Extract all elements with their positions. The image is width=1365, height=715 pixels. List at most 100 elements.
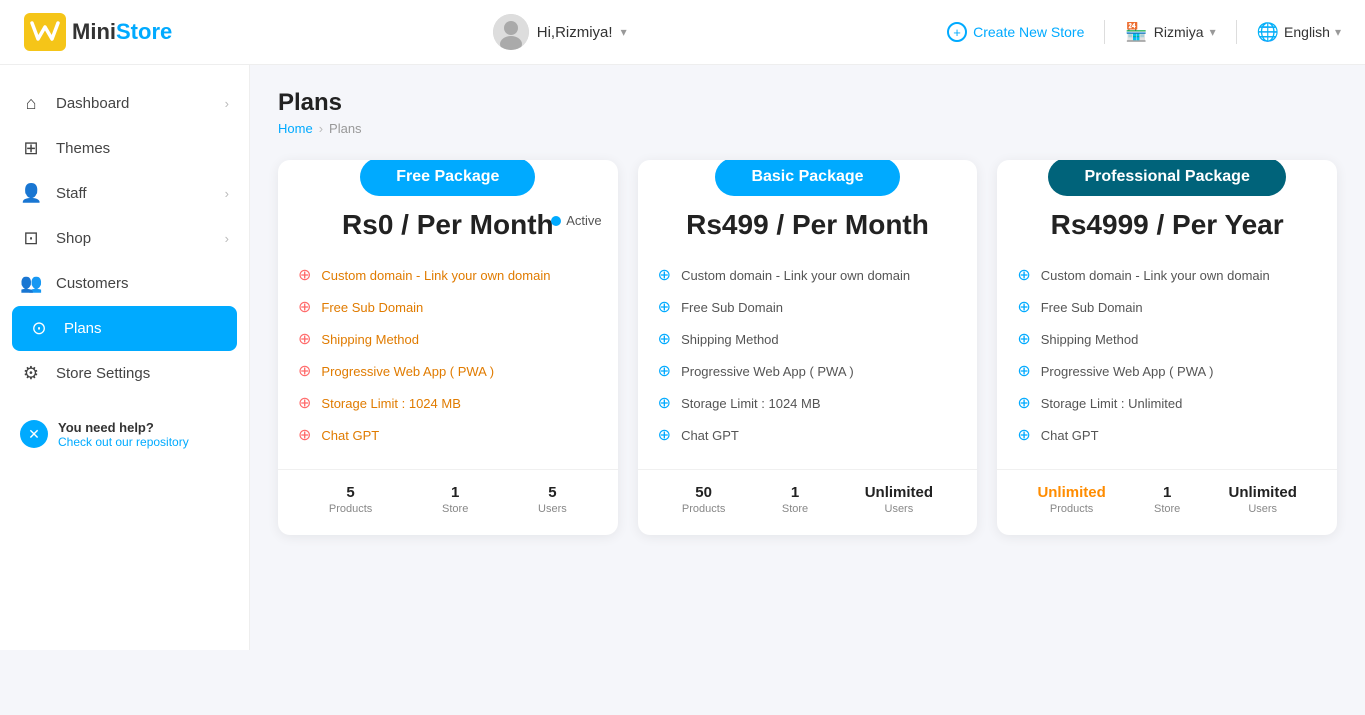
- staff-icon: 👤: [20, 183, 42, 204]
- feature-icon: ⊕: [658, 329, 671, 349]
- sidebar: ⌂ Dashboard › ⊞ Themes 👤 Staff › ⊡ Shop …: [0, 65, 250, 650]
- feature-text: Shipping Method: [681, 332, 779, 347]
- stat-item: 1 Store: [1154, 484, 1180, 515]
- plan-price: Rs499 / Per Month: [658, 209, 958, 241]
- help-subtitle[interactable]: Check out our repository: [58, 435, 189, 449]
- store-selector[interactable]: 🏪 Rizmiya ▾: [1125, 22, 1215, 43]
- feature-item: ⊕ Shipping Method: [1017, 323, 1317, 355]
- sidebar-item-label: Customers: [56, 275, 129, 292]
- plan-features: ⊕ Custom domain - Link your own domain ⊕…: [997, 249, 1337, 461]
- greeting-chevron-icon: ▾: [621, 25, 627, 39]
- divider: [1104, 20, 1105, 44]
- sidebar-item-themes[interactable]: ⊞ Themes: [0, 126, 249, 171]
- divider2: [1236, 20, 1237, 44]
- plan-badge-wrap: Professional Package: [997, 160, 1337, 197]
- feature-text: Storage Limit : Unlimited: [1041, 396, 1183, 411]
- stat-number: 1: [442, 484, 468, 501]
- breadcrumb-home[interactable]: Home: [278, 121, 313, 136]
- feature-icon: ⊕: [298, 425, 311, 445]
- customers-icon: 👥: [20, 273, 42, 294]
- stat-item: 5 Users: [538, 484, 567, 515]
- plan-badge[interactable]: Basic Package: [715, 160, 899, 196]
- plan-stats: 5 Products 1 Store 5 Users: [278, 469, 618, 515]
- feature-text: Shipping Method: [321, 332, 419, 347]
- sidebar-item-customers[interactable]: 👥 Customers: [0, 261, 249, 306]
- active-badge: Active: [551, 213, 601, 228]
- plan-price: Rs4999 / Per Year: [1017, 209, 1317, 241]
- stat-number: 1: [782, 484, 808, 501]
- create-store-button[interactable]: + Create New Store: [947, 22, 1084, 42]
- feature-item: ⊕ Storage Limit : 1024 MB: [298, 387, 598, 419]
- globe-icon: 🌐: [1257, 22, 1279, 43]
- sidebar-item-label: Plans: [64, 320, 102, 337]
- plans-icon: ⊙: [28, 318, 50, 339]
- create-store-icon: +: [947, 22, 967, 42]
- plan-stats: Unlimited Products 1 Store Unlimited Use…: [997, 469, 1337, 515]
- feature-item: ⊕ Shipping Method: [658, 323, 958, 355]
- sidebar-item-dashboard[interactable]: ⌂ Dashboard ›: [0, 81, 249, 126]
- chevron-right-icon: ›: [225, 96, 229, 111]
- plan-badge-wrap: Basic Package: [638, 160, 978, 197]
- feature-item: ⊕ Custom domain - Link your own domain: [658, 259, 958, 291]
- feature-text: Storage Limit : 1024 MB: [321, 396, 460, 411]
- plan-badge-wrap: Free Package: [278, 160, 618, 197]
- plan-badge[interactable]: Free Package: [360, 160, 535, 196]
- sidebar-item-label: Shop: [56, 230, 91, 247]
- feature-icon: ⊕: [1017, 393, 1030, 413]
- feature-text: Chat GPT: [321, 428, 379, 443]
- stat-label: Products: [329, 503, 372, 515]
- stat-number: Unlimited: [1229, 484, 1297, 501]
- themes-icon: ⊞: [20, 138, 42, 159]
- plan-price-section: Rs499 / Per Month: [638, 197, 978, 249]
- feature-item: ⊕ Free Sub Domain: [1017, 291, 1317, 323]
- lang-chevron-icon: ▾: [1335, 25, 1341, 39]
- sidebar-item-store-settings[interactable]: ⚙ Store Settings: [0, 351, 249, 396]
- logo[interactable]: MiniStore: [24, 13, 172, 51]
- plan-features: ⊕ Custom domain - Link your own domain ⊕…: [638, 249, 978, 461]
- chevron-right-icon: ›: [225, 186, 229, 201]
- active-dot-icon: [551, 216, 561, 226]
- stat-label: Products: [682, 503, 725, 515]
- feature-item: ⊕ Storage Limit : Unlimited: [1017, 387, 1317, 419]
- plan-card-basic: Basic Package Rs499 / Per Month ⊕ Custom…: [638, 160, 978, 535]
- feature-text: Progressive Web App ( PWA ): [681, 364, 854, 379]
- plan-card-free: Free Package Active Rs0 / Per Month ⊕ Cu…: [278, 160, 618, 535]
- stat-item: Unlimited Products: [1037, 484, 1105, 515]
- stat-label: Store: [442, 503, 468, 515]
- sidebar-item-shop[interactable]: ⊡ Shop ›: [0, 216, 249, 261]
- feature-icon: ⊕: [658, 361, 671, 381]
- feature-icon: ⊕: [298, 361, 311, 381]
- sidebar-item-plans[interactable]: ⊙ Plans: [12, 306, 237, 351]
- plan-stats: 50 Products 1 Store Unlimited Users: [638, 469, 978, 515]
- plans-grid: Free Package Active Rs0 / Per Month ⊕ Cu…: [278, 160, 1337, 535]
- stat-item: 1 Store: [782, 484, 808, 515]
- plan-features: ⊕ Custom domain - Link your own domain ⊕…: [278, 249, 618, 461]
- language-selector[interactable]: 🌐 English ▾: [1257, 22, 1341, 43]
- feature-text: Storage Limit : 1024 MB: [681, 396, 820, 411]
- breadcrumb-separator: ›: [319, 121, 323, 136]
- plan-price-section: Rs4999 / Per Year: [997, 197, 1337, 249]
- feature-item: ⊕ Custom domain - Link your own domain: [298, 259, 598, 291]
- feature-item: ⊕ Free Sub Domain: [298, 291, 598, 323]
- user-greeting-area[interactable]: Hi,Rizmiya! ▾: [493, 14, 627, 50]
- store-name-label: Rizmiya: [1154, 24, 1204, 40]
- store-icon: 🏪: [1125, 22, 1147, 43]
- settings-icon: ⚙: [20, 363, 42, 384]
- feature-item: ⊕ Progressive Web App ( PWA ): [658, 355, 958, 387]
- feature-text: Free Sub Domain: [681, 300, 783, 315]
- stat-number: 50: [682, 484, 725, 501]
- plan-badge[interactable]: Professional Package: [1048, 160, 1285, 196]
- stat-number: 5: [538, 484, 567, 501]
- page-title: Plans: [278, 89, 1337, 117]
- stat-item: Unlimited Users: [865, 484, 933, 515]
- feature-icon: ⊕: [1017, 329, 1030, 349]
- feature-text: Free Sub Domain: [321, 300, 423, 315]
- feature-icon: ⊕: [658, 297, 671, 317]
- stat-label: Users: [538, 503, 567, 515]
- sidebar-item-staff[interactable]: 👤 Staff ›: [0, 171, 249, 216]
- feature-item: ⊕ Chat GPT: [658, 419, 958, 451]
- plan-card-professional: Professional Package Rs4999 / Per Year ⊕…: [997, 160, 1337, 535]
- sidebar-item-label: Dashboard: [56, 95, 129, 112]
- breadcrumb: Home › Plans: [278, 121, 1337, 136]
- shop-icon: ⊡: [20, 228, 42, 249]
